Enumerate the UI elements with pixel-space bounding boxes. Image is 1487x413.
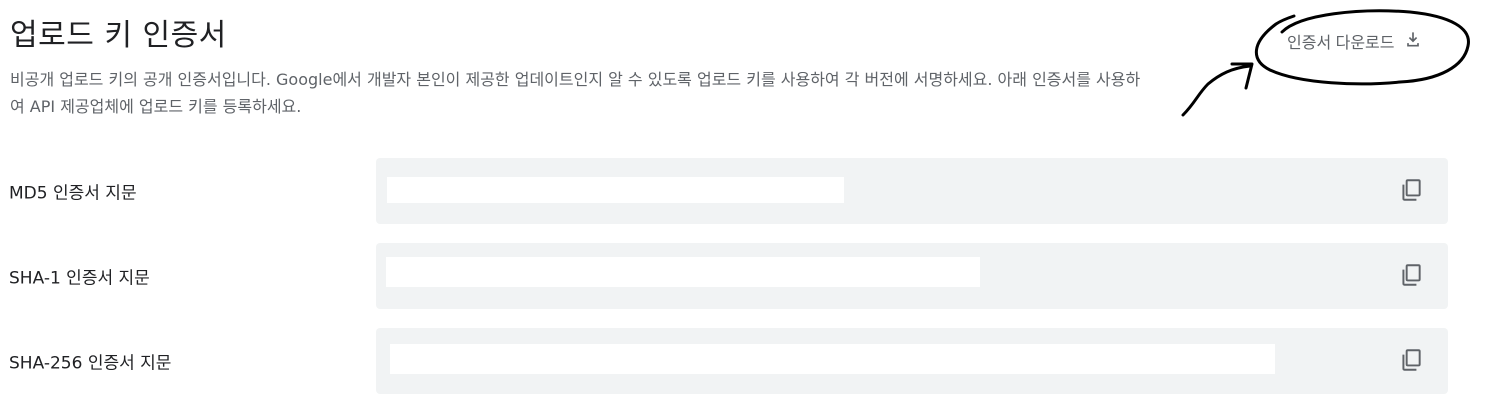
sha256-fingerprint-row: SHA-256 인증서 지문 <box>0 328 1487 394</box>
md5-fingerprint-label: MD5 인증서 지문 <box>9 183 137 204</box>
download-icon <box>1403 29 1423 54</box>
sha1-fingerprint-row: SHA-1 인증서 지문 <box>0 243 1487 309</box>
copy-sha256-button[interactable] <box>1396 346 1426 376</box>
sha256-fingerprint-value[interactable] <box>390 344 1275 374</box>
download-certificate-button[interactable]: 인증서 다운로드 <box>1283 26 1427 56</box>
page-description: 비공개 업로드 키의 공개 인증서입니다. Google에서 개발자 본인이 제… <box>10 70 1141 116</box>
sha256-fingerprint-field <box>376 328 1448 394</box>
sha1-fingerprint-value[interactable] <box>386 257 980 287</box>
sha1-fingerprint-field <box>376 243 1448 309</box>
annotation-arrow <box>1181 64 1252 117</box>
copy-icon <box>1398 177 1424 206</box>
md5-fingerprint-field <box>376 158 1448 224</box>
copy-icon <box>1398 347 1424 376</box>
copy-icon <box>1398 262 1424 291</box>
sha1-fingerprint-label: SHA-1 인증서 지문 <box>9 268 150 289</box>
download-certificate-label: 인증서 다운로드 <box>1287 35 1395 52</box>
copy-md5-button[interactable] <box>1396 176 1426 206</box>
page-title: 업로드 키 인증서 <box>10 18 227 53</box>
sha256-fingerprint-label: SHA-256 인증서 지문 <box>9 353 172 374</box>
annotation-arrow-head <box>1230 62 1254 90</box>
copy-sha1-button[interactable] <box>1396 261 1426 291</box>
md5-fingerprint-row: MD5 인증서 지문 <box>0 158 1487 224</box>
md5-fingerprint-value[interactable] <box>387 177 844 203</box>
